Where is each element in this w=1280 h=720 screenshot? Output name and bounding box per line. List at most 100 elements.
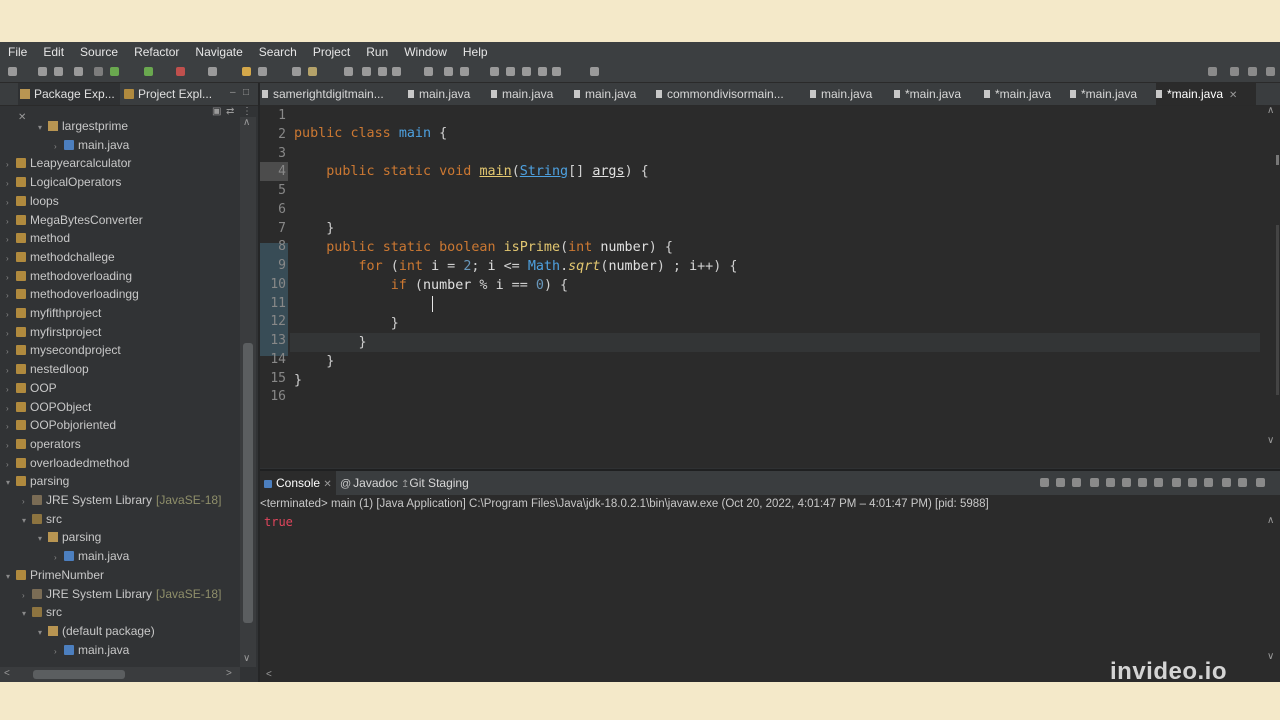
tab-javadoc[interactable]: @ Javadoc	[340, 471, 400, 495]
toolbar-icon[interactable]	[590, 67, 599, 76]
editor-tab[interactable]: main.java	[810, 83, 890, 105]
tree-item[interactable]: › LogicalOperators	[6, 173, 121, 191]
tree-item[interactable]: ▾ parsing	[38, 528, 101, 546]
editor-tab[interactable]: commondivisormain...	[656, 83, 804, 105]
collapsed-arrow-icon[interactable]: ›	[6, 381, 16, 399]
toolbar-icon[interactable]	[292, 67, 301, 76]
toolbar-icon[interactable]	[490, 67, 499, 76]
tree-item[interactable]: › OOPObject	[6, 398, 91, 416]
collapsed-arrow-icon[interactable]: ›	[22, 587, 32, 605]
tree-item[interactable]: › main.java	[54, 641, 129, 657]
scroll-right-icon[interactable]: >	[226, 668, 232, 679]
tree-item[interactable]: ▾ src	[22, 510, 62, 528]
collapsed-arrow-icon[interactable]: ›	[6, 287, 16, 305]
scroll-thumb[interactable]	[1276, 225, 1279, 395]
close-icon[interactable]: ✕	[323, 479, 331, 490]
console-toolbar-icon[interactable]	[1056, 478, 1065, 487]
tree-item[interactable]: › loops	[6, 192, 59, 210]
tree-item[interactable]: › nestedloop	[6, 360, 89, 378]
editor-tab[interactable]: *main.java	[1070, 83, 1152, 105]
tab-console[interactable]: Console ✕	[260, 471, 336, 495]
tab-package-explorer[interactable]: Package Exp... ✕	[18, 83, 120, 123]
tree-item[interactable]: › myfirstproject	[6, 323, 101, 341]
collapsed-arrow-icon[interactable]: ›	[6, 231, 16, 249]
toolbar-icon[interactable]	[506, 67, 515, 76]
explorer-horizontal-scrollbar[interactable]: < >	[0, 667, 240, 682]
collapsed-arrow-icon[interactable]: ›	[6, 175, 16, 193]
expanded-arrow-icon[interactable]: ▾	[38, 530, 48, 548]
code-area[interactable]: public class main { public static void m…	[294, 105, 1264, 468]
tree-item[interactable]: › OOP	[6, 379, 57, 397]
menu-search[interactable]: Search	[251, 42, 305, 62]
toolbar-icon[interactable]	[258, 67, 267, 76]
console-vertical-scrollbar[interactable]: ∧ ∨	[1264, 515, 1280, 665]
console-toolbar-icon[interactable]	[1138, 478, 1147, 487]
toolbar-icon[interactable]	[38, 67, 47, 76]
toolbar-icon[interactable]	[308, 67, 317, 76]
view-menu-icon[interactable]: ⋮	[242, 106, 252, 117]
tree-item[interactable]: ▾ (default package)	[38, 622, 155, 640]
collapsed-arrow-icon[interactable]: ›	[6, 156, 16, 174]
menu-window[interactable]: Window	[396, 42, 455, 62]
console-toolbar-icon[interactable]	[1256, 478, 1265, 487]
collapsed-arrow-icon[interactable]: ›	[6, 213, 16, 231]
tree-item[interactable]: ▾ src	[22, 603, 62, 621]
menu-file[interactable]: File	[0, 42, 35, 62]
tree-item[interactable]: › OOPobjoriented	[6, 416, 116, 434]
perspective-icon[interactable]	[1230, 67, 1239, 76]
console-toolbar-icon[interactable]	[1222, 478, 1231, 487]
toolbar-icon[interactable]	[344, 67, 353, 76]
tree-item[interactable]: ▾ parsing	[6, 472, 69, 490]
menu-help[interactable]: Help	[455, 42, 496, 62]
tab-project-explorer[interactable]: Project Expl...	[124, 83, 224, 105]
tree-item[interactable]: › MegaBytesConverter	[6, 211, 143, 229]
menu-navigate[interactable]: Navigate	[187, 42, 250, 62]
collapsed-arrow-icon[interactable]: ›	[54, 138, 64, 156]
perspective-icon[interactable]	[1248, 67, 1257, 76]
collapsed-arrow-icon[interactable]: ›	[6, 194, 16, 212]
console-toolbar-icon[interactable]	[1072, 478, 1081, 487]
scroll-left-icon[interactable]: <	[266, 669, 272, 680]
collapsed-arrow-icon[interactable]: ›	[6, 400, 16, 418]
toolbar-icon[interactable]	[444, 67, 453, 76]
collapse-all-icon[interactable]: ▣	[212, 106, 221, 117]
toolbar-icon[interactable]	[424, 67, 433, 76]
toolbar-icon[interactable]	[54, 67, 63, 76]
console-toolbar-icon[interactable]	[1172, 478, 1181, 487]
scroll-up-icon[interactable]: ∧	[243, 117, 250, 128]
minimize-icon[interactable]: –	[230, 87, 236, 98]
console-toolbar-icon[interactable]	[1204, 478, 1213, 487]
collapsed-arrow-icon[interactable]: ›	[6, 418, 16, 436]
menu-edit[interactable]: Edit	[35, 42, 72, 62]
tree-item[interactable]: › main.java	[54, 547, 129, 565]
scroll-down-icon[interactable]: ∨	[1267, 651, 1274, 662]
console-toolbar-icon[interactable]	[1154, 478, 1163, 487]
scroll-down-icon[interactable]: ∨	[243, 653, 250, 664]
tree-item[interactable]: › JRE System Library [JavaSE-18]	[22, 491, 221, 509]
scroll-thumb[interactable]	[33, 670, 125, 679]
toolbar-icon[interactable]	[144, 67, 153, 76]
tree-item[interactable]: ▾ largestprime	[38, 117, 128, 135]
editor-vertical-scrollbar[interactable]: ∧ ∨	[1264, 105, 1280, 450]
editor-tab[interactable]: main.java	[408, 83, 486, 105]
scroll-left-icon[interactable]: <	[4, 668, 10, 679]
console-toolbar-icon[interactable]	[1090, 478, 1099, 487]
link-editor-icon[interactable]: ⇄	[226, 106, 234, 117]
console-toolbar-icon[interactable]	[1040, 478, 1049, 487]
expanded-arrow-icon[interactable]: ▾	[22, 605, 32, 623]
toolbar-icon[interactable]	[378, 67, 387, 76]
perspective-icon[interactable]	[1208, 67, 1217, 76]
collapsed-arrow-icon[interactable]: ›	[6, 343, 16, 361]
collapsed-arrow-icon[interactable]: ›	[54, 549, 64, 567]
tree-item[interactable]: ▾ PrimeNumber	[6, 566, 104, 584]
explorer-vertical-scrollbar[interactable]: ∧ ∨	[240, 117, 256, 667]
toolbar-icon[interactable]	[522, 67, 531, 76]
menu-refactor[interactable]: Refactor	[126, 42, 187, 62]
toolbar-icon[interactable]	[460, 67, 469, 76]
editor-tab[interactable]: main.java	[574, 83, 652, 105]
expanded-arrow-icon[interactable]: ▾	[6, 568, 16, 586]
menu-project[interactable]: Project	[305, 42, 358, 62]
collapsed-arrow-icon[interactable]: ›	[6, 437, 16, 455]
toolbar-icon[interactable]	[362, 67, 371, 76]
menu-run[interactable]: Run	[358, 42, 396, 62]
